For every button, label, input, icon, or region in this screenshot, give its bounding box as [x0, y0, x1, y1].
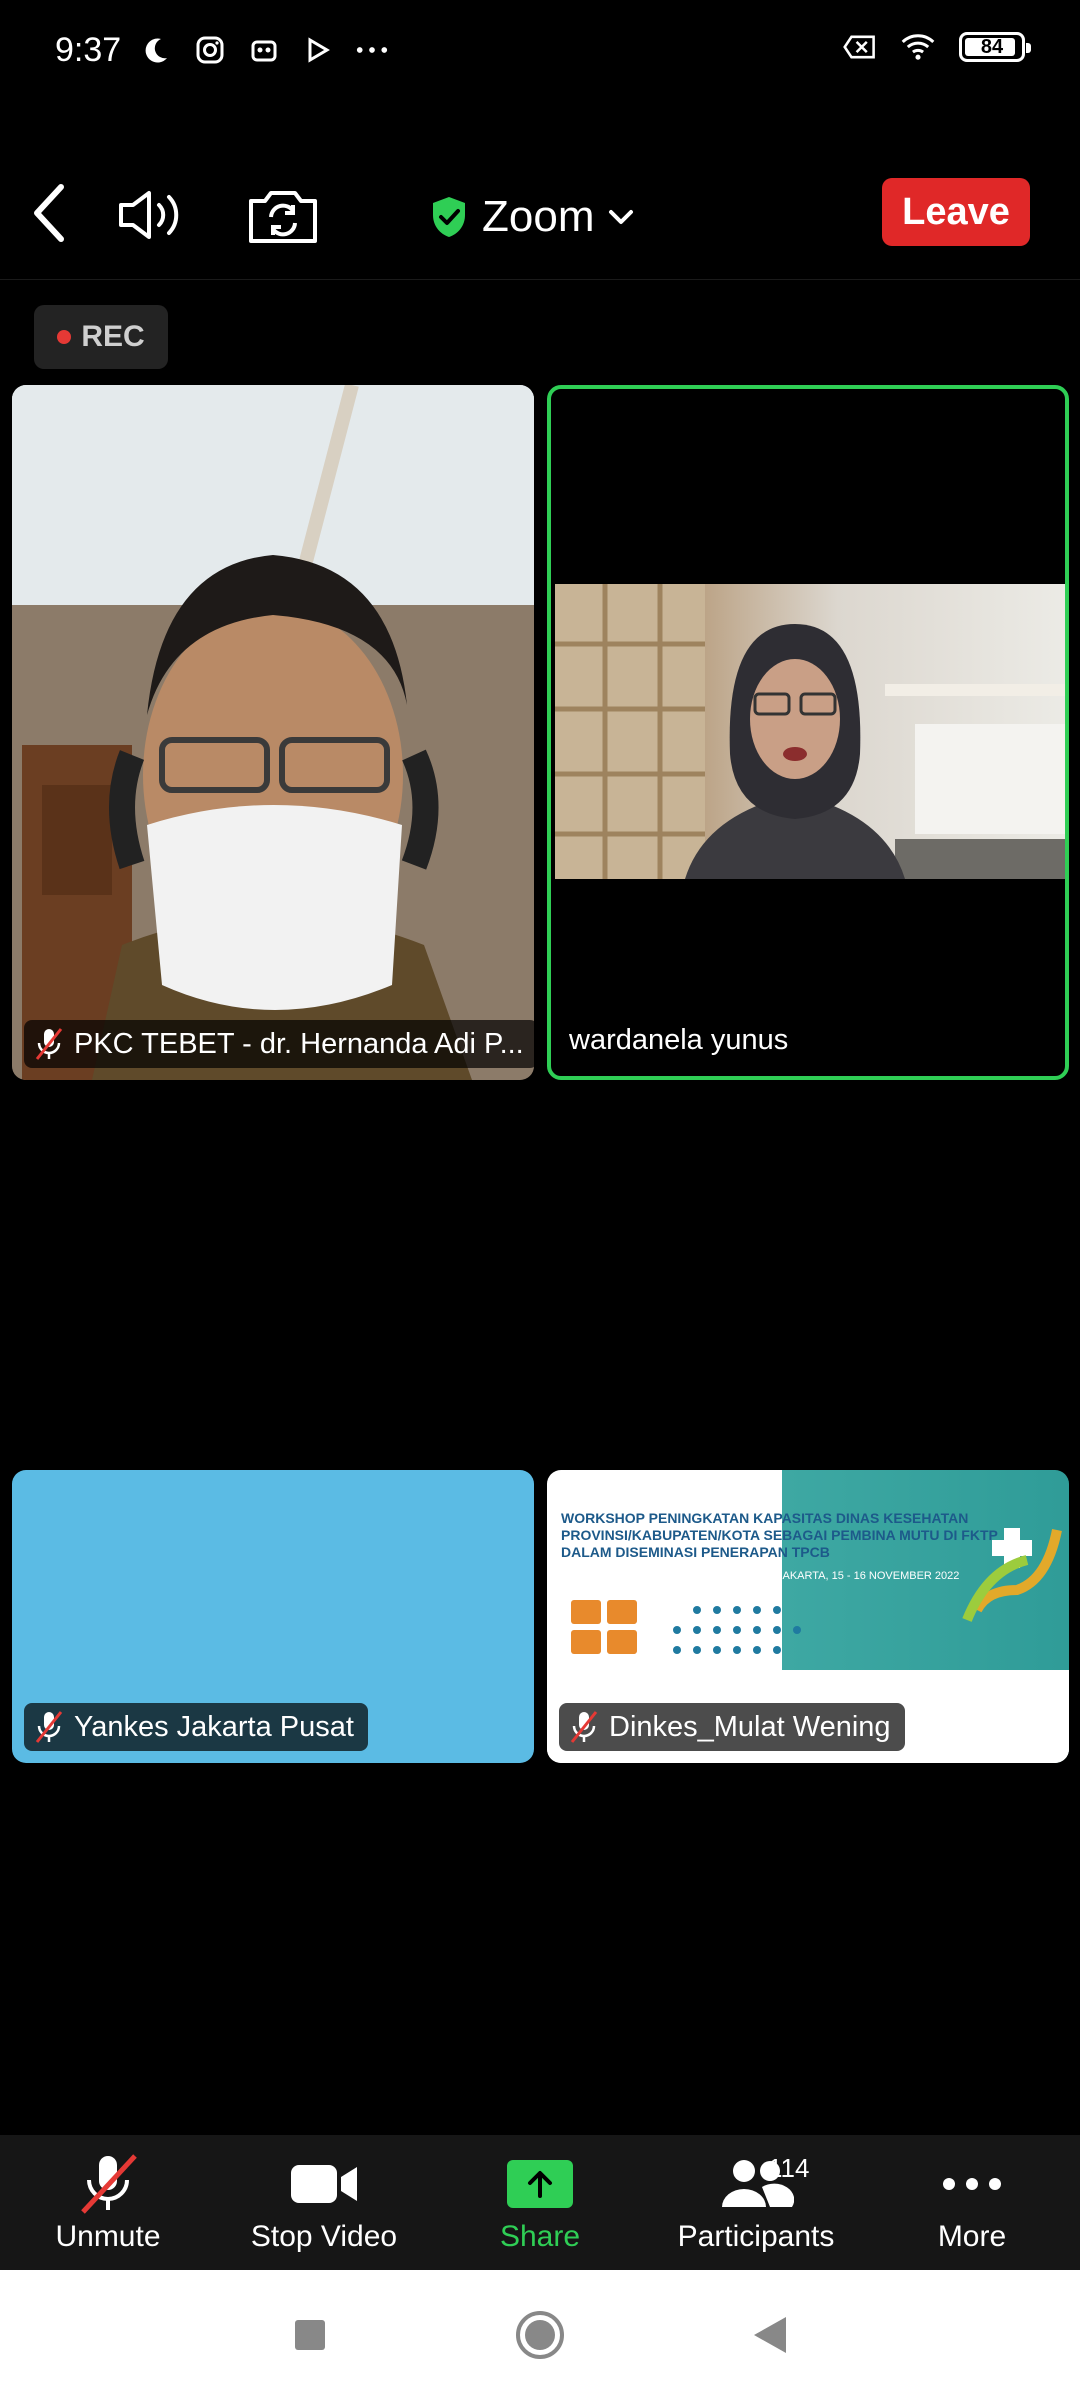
participant-name-tag: PKC TEBET - dr. Hernanda Adi P...	[24, 1020, 534, 1068]
share-label: Share	[499, 2220, 581, 2253]
app-notification-icon	[247, 33, 281, 67]
recents-square-icon	[295, 2320, 325, 2350]
home-button[interactable]	[510, 2305, 570, 2365]
share-arrow-icon	[507, 2152, 573, 2216]
battery-indicator: 84	[959, 32, 1031, 62]
participants-count: 114	[768, 2153, 810, 2183]
back-triangle-icon	[754, 2317, 786, 2353]
participant-video	[555, 584, 1065, 879]
participants-label: Participants	[677, 2220, 835, 2253]
status-system-icons: 84	[843, 30, 1031, 64]
home-circle-icon	[516, 2311, 564, 2359]
mic-off-icon	[32, 1710, 66, 1744]
do-not-disturb-icon	[139, 33, 173, 67]
meeting-info-button[interactable]: Zoom	[430, 182, 634, 252]
leave-button[interactable]: Leave	[882, 178, 1030, 246]
more-label: More	[937, 2220, 1007, 2253]
chevron-left-icon	[34, 184, 64, 242]
mic-off-icon	[73, 2152, 143, 2216]
play-store-icon	[301, 33, 335, 67]
no-sim-icon	[843, 30, 877, 64]
video-tile[interactable]: Yankes Jakarta Pusat	[12, 1470, 534, 1763]
back-nav-button[interactable]	[740, 2305, 800, 2365]
stop-video-label: Stop Video	[250, 2220, 398, 2253]
camera-switch-icon	[249, 191, 317, 243]
recents-button[interactable]	[280, 2305, 340, 2365]
battery-level: 84	[980, 35, 1004, 58]
participant-name-tag: Yankes Jakarta Pusat	[24, 1703, 368, 1751]
instagram-icon	[193, 33, 227, 67]
participant-name: wardanela yunus	[569, 1023, 789, 1056]
back-button[interactable]	[14, 178, 84, 248]
switch-camera-button[interactable]	[243, 180, 323, 250]
speaker-icon	[119, 191, 179, 239]
video-tile[interactable]: WORKSHOP PENINGKATAN KAPASITAS DINAS KES…	[547, 1470, 1069, 1763]
shield-check-icon	[433, 197, 465, 237]
share-button[interactable]: Share	[432, 2135, 648, 2270]
slide-title: WORKSHOP PENINGKATAN KAPASITAS DINAS KES…	[561, 1510, 998, 1560]
chevron-down-icon	[609, 210, 634, 224]
status-bar: 9:37 84	[0, 0, 1080, 100]
meeting-top-bar: Zoom Leave	[0, 150, 1080, 280]
slide-subtitle: JAKARTA, 15 - 16 NOVEMBER 2022	[777, 1570, 960, 1582]
unmute-label: Unmute	[55, 2220, 161, 2253]
speaker-button[interactable]	[112, 180, 192, 250]
meeting-bottom-toolbar: Unmute Stop Video Share 114 Participants…	[0, 2135, 1080, 2270]
meeting-title: Zoom	[482, 192, 595, 241]
video-tile[interactable]: PKC TEBET - dr. Hernanda Adi P...	[12, 385, 534, 1080]
mic-off-icon	[567, 1710, 601, 1744]
participant-name: PKC TEBET - dr. Hernanda Adi P...	[74, 1027, 524, 1060]
recording-label: REC	[81, 320, 145, 353]
participant-name-tag: Dinkes_Mulat Wening	[559, 1703, 905, 1751]
video-camera-icon	[289, 2152, 359, 2216]
stop-video-button[interactable]: Stop Video	[216, 2135, 432, 2270]
wifi-icon	[901, 30, 935, 64]
participant-name: Dinkes_Mulat Wening	[609, 1710, 891, 1743]
participant-name-tag: wardanela yunus	[563, 1016, 802, 1064]
video-tile-active-speaker[interactable]: wardanela yunus	[547, 385, 1069, 1080]
participant-video	[12, 385, 534, 1080]
more-button[interactable]: More	[864, 2135, 1080, 2270]
more-dots-icon	[942, 2152, 1002, 2216]
participants-button[interactable]: 114 Participants	[648, 2135, 864, 2270]
recording-dot-icon	[57, 330, 72, 344]
status-time: 9:37	[55, 30, 122, 69]
recording-badge: REC	[34, 305, 168, 369]
unmute-button[interactable]: Unmute	[0, 2135, 216, 2270]
system-navigation-bar	[0, 2270, 1080, 2400]
participant-name: Yankes Jakarta Pusat	[74, 1710, 354, 1743]
mic-off-icon	[32, 1027, 66, 1061]
more-notifications-icon	[355, 33, 389, 67]
status-notification-icons	[139, 33, 389, 67]
